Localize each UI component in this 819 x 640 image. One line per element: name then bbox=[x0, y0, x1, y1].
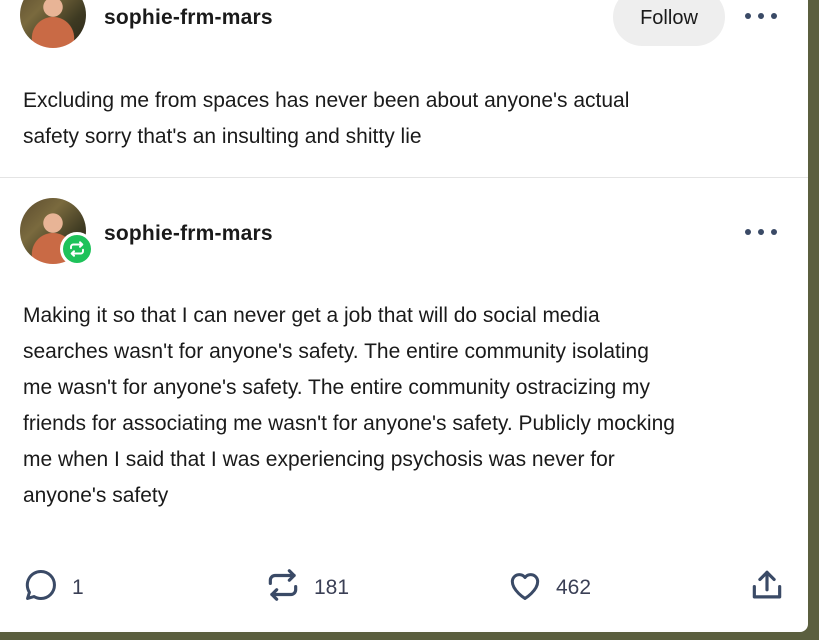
text-line: Excluding me from spaces has never been … bbox=[23, 89, 630, 112]
username[interactable]: sophie-frm-mars bbox=[104, 222, 273, 246]
text-line: me wasn't for anyone's safety. The entir… bbox=[23, 376, 650, 399]
text-line: friends for associating me wasn't for an… bbox=[23, 412, 675, 435]
share-button[interactable] bbox=[748, 566, 786, 609]
reblog-icon bbox=[264, 566, 302, 609]
post-card: sophie-frm-mars Follow Excluding me from… bbox=[0, 0, 808, 632]
post-actions: 1 181 462 bbox=[0, 560, 808, 610]
post2-header: sophie-frm-mars bbox=[0, 198, 808, 264]
reblog-button[interactable]: 181 bbox=[264, 566, 349, 609]
post-divider bbox=[0, 177, 808, 178]
post1-body: Excluding me from spaces has never been … bbox=[23, 83, 793, 155]
dot bbox=[758, 13, 764, 19]
reply-count: 1 bbox=[72, 575, 84, 599]
reply-button[interactable]: 1 bbox=[22, 566, 84, 609]
text-line: anyone's safety bbox=[23, 484, 169, 507]
dot bbox=[771, 229, 777, 235]
dot bbox=[745, 13, 751, 19]
username[interactable]: sophie-frm-mars bbox=[104, 6, 273, 30]
like-button[interactable]: 462 bbox=[506, 566, 591, 609]
reblog-count: 181 bbox=[314, 575, 350, 599]
like-count: 462 bbox=[556, 575, 592, 599]
text-line: me when I said that I was experiencing p… bbox=[23, 448, 615, 471]
more-options-button[interactable] bbox=[745, 6, 777, 26]
post2-body: Making it so that I can never get a job … bbox=[23, 298, 793, 514]
comment-icon bbox=[22, 566, 60, 609]
dot bbox=[745, 229, 751, 235]
reblog-badge-icon bbox=[60, 232, 94, 266]
avatar[interactable] bbox=[20, 0, 86, 48]
heart-icon bbox=[506, 566, 544, 609]
dot bbox=[758, 229, 764, 235]
text-line: Making it so that I can never get a job … bbox=[23, 304, 600, 327]
follow-button[interactable]: Follow bbox=[613, 0, 725, 46]
text-line: safety sorry that's an insulting and shi… bbox=[23, 125, 422, 148]
more-options-button[interactable] bbox=[745, 222, 777, 242]
share-icon bbox=[748, 566, 786, 609]
text-line: searches wasn't for anyone's safety. The… bbox=[23, 340, 649, 363]
dot bbox=[771, 13, 777, 19]
post1-header: sophie-frm-mars Follow bbox=[0, 0, 808, 48]
